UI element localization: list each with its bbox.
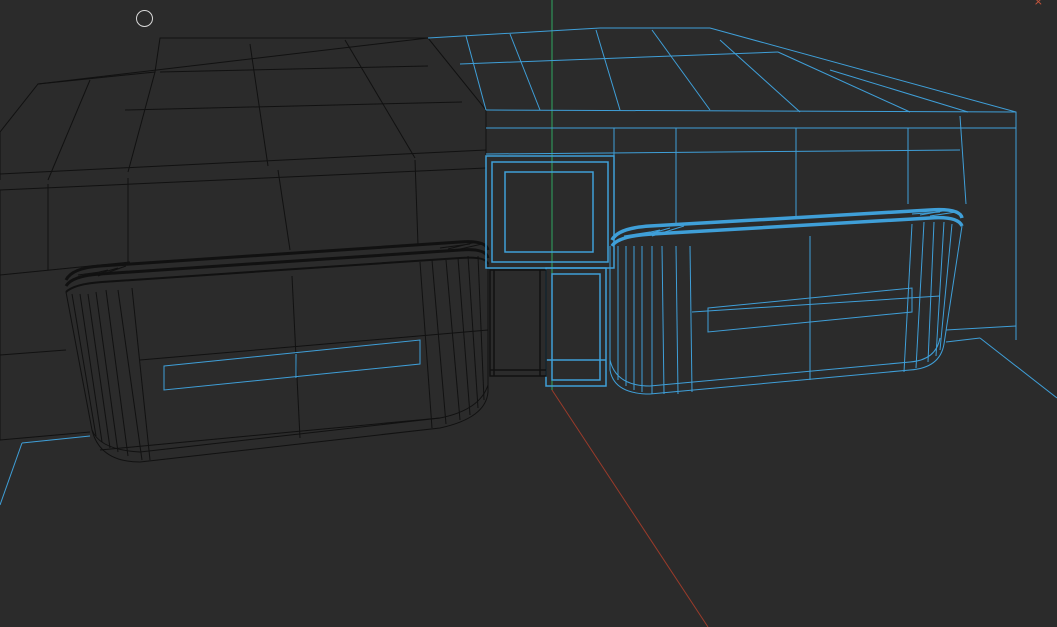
world-axes: [551, 0, 709, 627]
left-floor-edge: [0, 435, 91, 506]
x-axis-line: [551, 389, 709, 627]
left-counter-slot[interactable]: [163, 339, 421, 391]
center-door-frame[interactable]: [485, 155, 615, 387]
right-reception-counter[interactable]: [609, 207, 964, 395]
3d-viewport[interactable]: ×: [0, 0, 1057, 627]
close-x-icon[interactable]: ×: [1034, 0, 1043, 7]
circle-cursor-icon: [136, 10, 153, 27]
left-wall-canopy[interactable]: [0, 37, 487, 441]
right-wall-canopy[interactable]: [427, 27, 1057, 399]
center-door-lower-left[interactable]: [489, 269, 547, 377]
wireframe-scene[interactable]: [0, 0, 1057, 627]
left-reception-counter[interactable]: [64, 240, 490, 463]
